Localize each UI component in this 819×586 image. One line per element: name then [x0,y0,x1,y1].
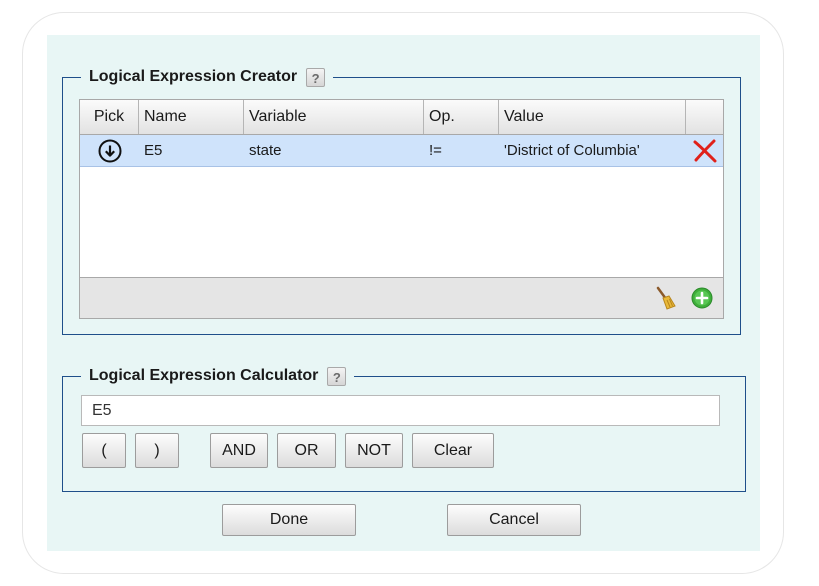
calculator-title: Logical Expression Calculator [89,367,319,384]
row-value: 'District of Columbia' [504,142,640,159]
grid-toolbar [80,277,723,318]
not-button[interactable]: NOT [345,433,403,468]
open-paren-button[interactable]: ( [82,433,126,468]
creator-legend: Logical Expression Creator ? [81,66,333,88]
delete-cell[interactable] [686,135,723,166]
column-header-op[interactable]: Op. [424,100,499,134]
column-header-pick[interactable]: Pick [80,100,139,134]
pick-cell[interactable] [80,135,139,166]
creator-title: Logical Expression Creator [89,68,298,85]
and-button[interactable]: AND [210,433,268,468]
clear-button[interactable]: Clear [412,433,494,468]
grid-header: Pick Name Variable Op. Value [80,100,723,135]
expression-input[interactable] [81,395,720,426]
column-header-value[interactable]: Value [499,100,686,134]
column-header-variable[interactable]: Variable [244,100,424,134]
broom-icon[interactable] [655,286,677,310]
red-x-icon[interactable] [692,139,718,163]
calculator-legend: Logical Expression Calculator ? [81,365,354,387]
calculator-help-icon[interactable]: ? [327,366,347,386]
close-paren-button[interactable]: ) [135,433,179,468]
row-operator: != [429,142,442,159]
column-header-delete [686,100,723,134]
or-button[interactable]: OR [277,433,336,468]
creator-help-icon[interactable]: ? [306,67,326,87]
column-header-name[interactable]: Name [139,100,244,134]
expression-grid: Pick Name Variable Op. Value E5 state !=… [79,99,724,319]
green-plus-icon[interactable] [691,287,713,309]
cancel-button[interactable]: Cancel [447,504,581,536]
row-variable: state [249,142,282,159]
logical-expression-calculator: Logical Expression Calculator ? [62,365,746,492]
done-button[interactable]: Done [222,504,356,536]
table-row[interactable]: E5 state != 'District of Columbia' [80,135,723,167]
row-name: E5 [144,142,163,159]
circle-down-arrow-icon[interactable] [98,139,122,163]
